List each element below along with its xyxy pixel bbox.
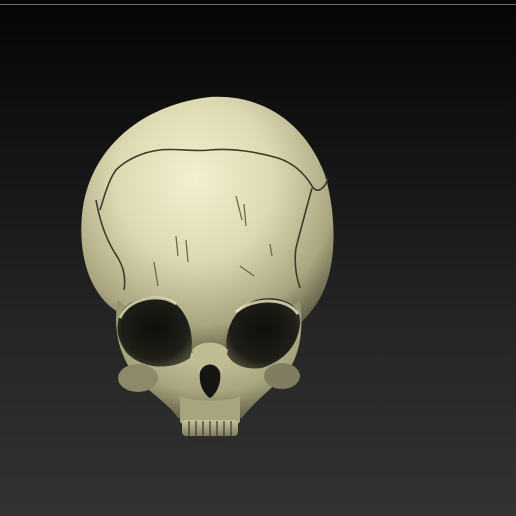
- render-viewport: [0, 0, 516, 516]
- right-zygomatic: [264, 363, 300, 389]
- left-zygomatic: [118, 364, 158, 392]
- skull-render: [81, 96, 334, 442]
